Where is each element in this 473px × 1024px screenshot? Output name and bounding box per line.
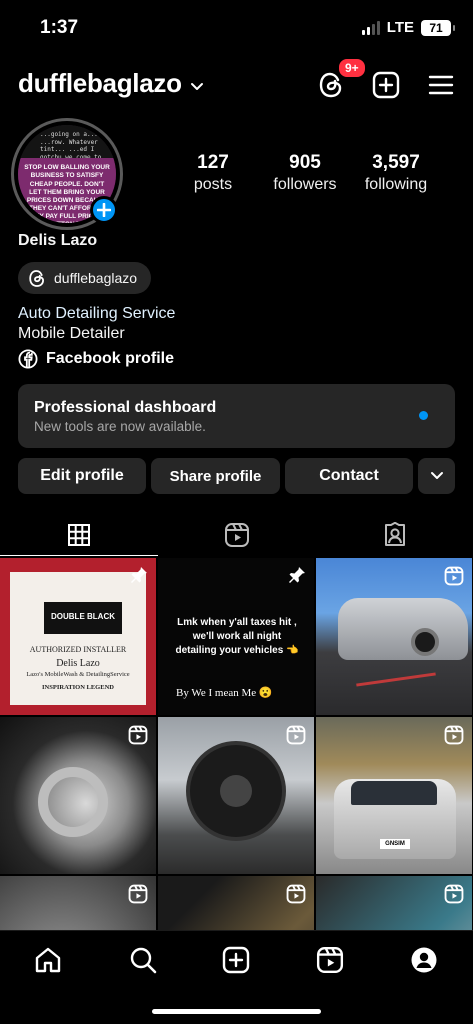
pin-icon — [288, 566, 306, 589]
stat-followers[interactable]: 905 followers — [268, 152, 342, 194]
chevron-down-icon — [430, 472, 443, 479]
profile-header: dufflebaglazo 9+ — [0, 57, 473, 108]
unread-dot — [419, 411, 428, 420]
post-caption-line: detailing your vehicles 👈 — [175, 645, 299, 656]
status-icons: LTE 71 — [361, 19, 455, 36]
grid-post[interactable] — [158, 717, 314, 874]
license-plate: GNSIM — [380, 839, 410, 849]
reel-icon — [286, 725, 306, 750]
edit-profile-button[interactable]: Edit profile — [18, 458, 146, 494]
stat-posts[interactable]: 127 posts — [190, 152, 236, 194]
certificate-logo: DOUBLE BLACK — [44, 602, 122, 634]
threads-small-icon — [29, 269, 44, 287]
certificate-footer: INSPIRATION LEGEND — [42, 684, 114, 691]
following-label: following — [364, 176, 428, 193]
contact-button[interactable]: Contact — [285, 458, 413, 494]
profile-bio: Auto Detailing Service Mobile Detailer — [18, 304, 175, 344]
tab-grid[interactable] — [0, 514, 158, 556]
bio-category[interactable]: Auto Detailing Service — [18, 304, 175, 324]
create-post-icon[interactable] — [221, 945, 251, 975]
posts-grid: DOUBLE BLACK AUTHORIZED INSTALLER Delis … — [0, 558, 473, 930]
post-caption-line: Lmk when y'all taxes hit , — [177, 617, 297, 628]
posts-count: 127 — [197, 152, 229, 173]
plus-icon — [97, 203, 111, 217]
status-time: 1:37 — [40, 17, 79, 38]
status-bar: 1:37 LTE 71 — [0, 0, 473, 54]
threads-handle: dufflebaglazo — [54, 270, 138, 286]
stat-following[interactable]: 3,597 following — [360, 152, 432, 194]
dashboard-title: Professional dashboard — [34, 399, 217, 416]
certificate-name: Delis Lazo — [56, 658, 100, 669]
menu-icon[interactable] — [426, 70, 456, 100]
grid-post[interactable] — [0, 717, 156, 874]
grid-post[interactable] — [0, 876, 156, 930]
bio-line: Mobile Detailer — [18, 325, 125, 342]
tagged-icon — [385, 522, 405, 546]
facebook-icon — [18, 349, 38, 369]
profile-nav-icon[interactable] — [409, 945, 439, 975]
reel-icon — [128, 725, 148, 750]
certificate-business: Lazo's MobileWash & DetailingService — [26, 671, 130, 678]
suggested-people-button[interactable] — [418, 458, 455, 494]
post-caption-line: By We I mean Me 😮 — [176, 687, 273, 699]
notification-badge: 9+ — [337, 57, 367, 79]
followers-label: followers — [273, 176, 337, 193]
profile-tabs — [0, 514, 473, 556]
tab-tagged[interactable] — [316, 514, 473, 556]
following-count: 3,597 — [372, 152, 420, 173]
facebook-link-label: Facebook profile — [46, 350, 175, 367]
followers-count: 905 — [289, 152, 321, 173]
grid-post[interactable]: Lmk when y'all taxes hit , we'll work al… — [158, 558, 314, 715]
bottom-navigation — [0, 930, 473, 1024]
add-story-button[interactable] — [90, 196, 118, 224]
grid-post[interactable] — [316, 558, 472, 715]
pin-icon — [130, 566, 148, 589]
professional-dashboard[interactable]: Professional dashboard New tools are now… — [18, 384, 455, 448]
tab-reels[interactable] — [158, 514, 316, 556]
create-icon[interactable] — [371, 70, 401, 100]
account-switcher[interactable]: dufflebaglazo — [18, 68, 204, 99]
reel-icon — [444, 566, 464, 591]
posts-label: posts — [193, 176, 233, 193]
home-indicator — [152, 1009, 321, 1014]
home-icon[interactable] — [33, 945, 63, 975]
search-icon[interactable] — [128, 945, 158, 975]
signal-icon — [361, 20, 380, 35]
reels-nav-icon[interactable] — [315, 945, 345, 975]
threads-badge-link[interactable]: dufflebaglazo — [18, 262, 152, 294]
reel-icon — [444, 725, 464, 750]
reel-icon — [286, 884, 306, 909]
reel-icon — [444, 884, 464, 909]
username: dufflebaglazo — [18, 68, 182, 98]
profile-name: Delis Lazo — [18, 232, 98, 249]
grid-post[interactable] — [316, 876, 472, 930]
network-type: LTE — [386, 19, 414, 36]
dashboard-subtitle: New tools are now available. — [34, 419, 206, 434]
facebook-profile-link[interactable]: Facebook profile — [18, 349, 174, 369]
post-caption-line: we'll work all night — [192, 631, 282, 642]
reels-icon — [225, 523, 249, 547]
grid-post[interactable]: GNSIM — [316, 717, 472, 874]
grid-post[interactable]: DOUBLE BLACK AUTHORIZED INSTALLER Delis … — [0, 558, 156, 715]
grid-post[interactable] — [158, 876, 314, 930]
reel-icon — [128, 884, 148, 909]
grid-icon — [68, 524, 90, 546]
chevron-down-icon — [190, 68, 204, 99]
certificate-line: AUTHORIZED INSTALLER — [29, 645, 127, 654]
battery-icon: 71 — [421, 19, 455, 36]
share-profile-button[interactable]: Share profile — [151, 458, 280, 494]
